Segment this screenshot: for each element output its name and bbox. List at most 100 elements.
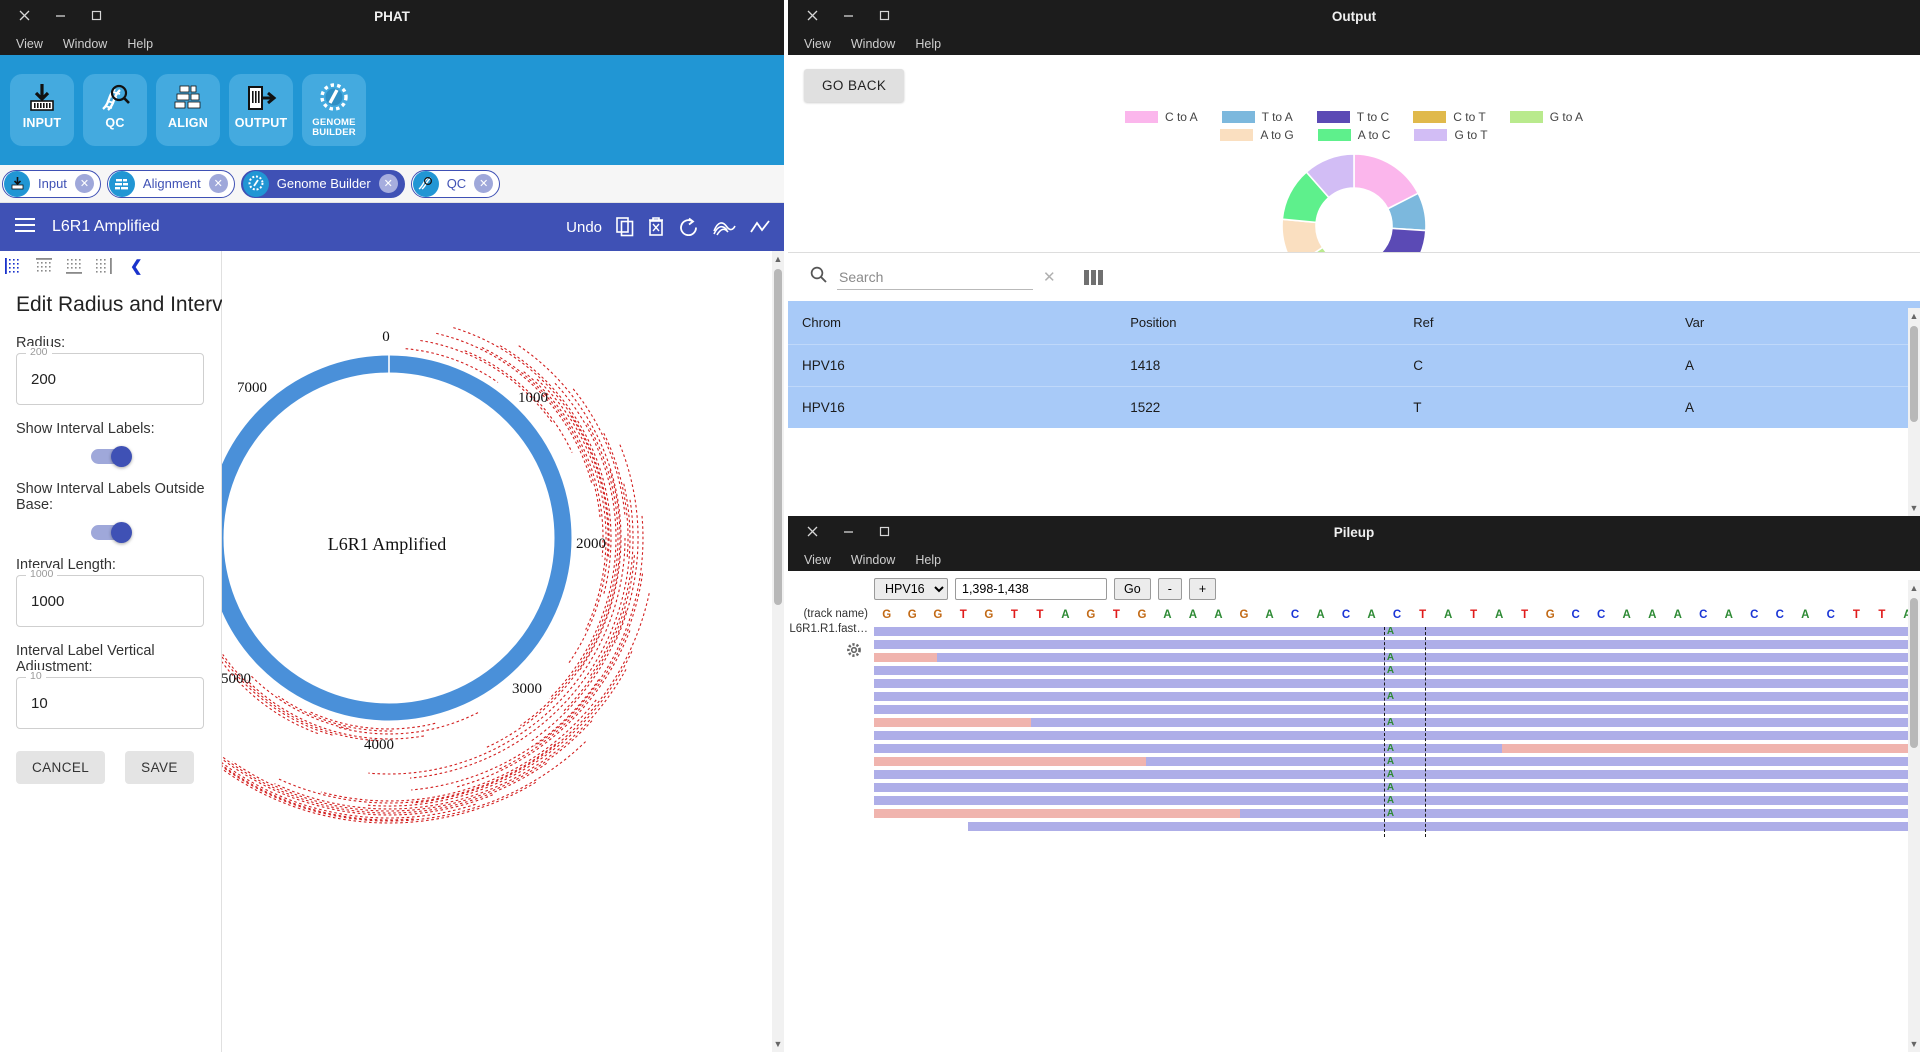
- show-interval-labels-toggle[interactable]: [91, 445, 132, 467]
- output-maximize-icon[interactable]: [878, 9, 892, 23]
- read-alignment[interactable]: [874, 744, 1920, 753]
- search-input[interactable]: [837, 264, 1033, 290]
- canvas-scroll-thumb[interactable]: [774, 269, 782, 605]
- locus-input[interactable]: [955, 578, 1107, 600]
- read-alignment[interactable]: [874, 809, 1920, 818]
- toolbar-genome-builder-button[interactable]: GENOME BUILDER: [302, 74, 366, 146]
- pileup-track[interactable]: GGGTGTTAGTGAAAGACACACTATATGCCAAACACCACTT…: [874, 607, 1920, 837]
- output-minimize-icon[interactable]: [842, 9, 856, 23]
- output-menu-window[interactable]: Window: [843, 35, 903, 53]
- tab-alignment-close-icon[interactable]: ✕: [208, 174, 228, 193]
- grid-layout-4-icon[interactable]: [94, 257, 116, 275]
- pileup-menu-window[interactable]: Window: [843, 551, 903, 569]
- menu-help[interactable]: Help: [119, 35, 161, 53]
- tab-qc[interactable]: QC ✕: [410, 169, 501, 198]
- zoom-out-button[interactable]: -: [1157, 578, 1182, 600]
- circular-arrow-icon[interactable]: [678, 217, 699, 238]
- columns-toggle-icon[interactable]: [1083, 269, 1103, 285]
- radius-input[interactable]: [16, 353, 204, 405]
- hamburger-menu-icon[interactable]: [14, 217, 36, 238]
- pileup-scroll-up-icon[interactable]: ▲: [1909, 582, 1919, 594]
- grid-layout-1-icon[interactable]: [4, 257, 26, 275]
- pileup-minimize-icon[interactable]: [842, 525, 856, 539]
- read-alignment[interactable]: [874, 627, 1920, 636]
- pileup-scroll-thumb[interactable]: [1910, 598, 1918, 748]
- vertical-adjust-input[interactable]: [16, 677, 204, 729]
- read-alignment[interactable]: [874, 640, 1920, 649]
- table-row[interactable]: HPV16 1522 T A: [788, 386, 1920, 428]
- interval-length-input[interactable]: [16, 575, 204, 627]
- read-alignment[interactable]: [874, 679, 1920, 688]
- pileup-maximize-icon[interactable]: [878, 525, 892, 539]
- pileup-scrollbar[interactable]: ▲ ▼: [1908, 580, 1920, 1052]
- toolbar-align-button[interactable]: ALIGN: [156, 74, 220, 146]
- read-alignment[interactable]: [874, 796, 1920, 805]
- variant-base: A: [1386, 652, 1395, 663]
- scroll-up-arrow-icon[interactable]: ▲: [773, 253, 783, 265]
- minimize-icon[interactable]: [54, 9, 68, 23]
- toolbar-qc-button[interactable]: QC: [83, 74, 147, 146]
- chrom-select[interactable]: HPV16: [874, 578, 948, 600]
- tab-qc-close-icon[interactable]: ✕: [474, 174, 494, 193]
- gear-icon[interactable]: [846, 642, 862, 663]
- read-alignment[interactable]: [874, 757, 1920, 766]
- read-alignment[interactable]: [874, 718, 1920, 727]
- grid-layout-2-icon[interactable]: [34, 257, 56, 275]
- column-chrom[interactable]: Chrom: [788, 301, 1117, 345]
- output-menu-view[interactable]: View: [796, 35, 839, 53]
- tab-genome-builder-close-icon[interactable]: ✕: [378, 174, 398, 193]
- read-alignment[interactable]: [874, 692, 1920, 701]
- scroll-down-arrow-icon[interactable]: ▼: [773, 1038, 783, 1050]
- canvas-scrollbar[interactable]: ▲ ▼: [772, 251, 784, 1052]
- grid-layout-3-icon[interactable]: [64, 257, 86, 275]
- menu-window[interactable]: Window: [55, 35, 115, 53]
- output-menu-help[interactable]: Help: [907, 35, 949, 53]
- wave-lines-icon[interactable]: [713, 218, 736, 236]
- go-button[interactable]: Go: [1114, 578, 1151, 600]
- read-alignment[interactable]: [874, 666, 1920, 675]
- copy-icon[interactable]: [616, 217, 634, 237]
- reference-base: T: [1419, 609, 1427, 621]
- pileup-scroll-down-icon[interactable]: ▼: [1909, 1038, 1919, 1050]
- read-alignment[interactable]: [874, 705, 1920, 714]
- circular-genome-canvas[interactable]: 0 1000 2000 3000 4000 5000 7000 L6R1 Amp…: [222, 251, 784, 1052]
- show-interval-labels-outside-toggle[interactable]: [91, 521, 132, 543]
- output-close-icon[interactable]: [806, 9, 820, 23]
- pileup-menu-help[interactable]: Help: [907, 551, 949, 569]
- toolbar-output-button[interactable]: OUTPUT: [229, 74, 293, 146]
- read-alignment[interactable]: [874, 783, 1920, 792]
- output-scroll-up-icon[interactable]: ▲: [1909, 310, 1919, 322]
- delete-icon[interactable]: [648, 217, 664, 237]
- pileup-close-icon[interactable]: [806, 525, 820, 539]
- tab-alignment[interactable]: Alignment ✕: [106, 169, 235, 198]
- reference-base: A: [1163, 609, 1172, 621]
- read-alignment[interactable]: [874, 731, 1920, 740]
- toolbar-input-button[interactable]: INPUT: [10, 74, 74, 146]
- go-back-button[interactable]: GO BACK: [804, 69, 905, 102]
- read-alignment[interactable]: [968, 822, 1920, 831]
- output-scroll-thumb[interactable]: [1910, 326, 1918, 422]
- close-icon[interactable]: [18, 9, 32, 23]
- read-alignment[interactable]: [874, 770, 1920, 779]
- polyline-icon[interactable]: [750, 218, 770, 236]
- tab-genome-builder[interactable]: Genome Builder ✕: [240, 169, 405, 198]
- search-clear-icon[interactable]: ✕: [1043, 268, 1056, 286]
- pileup-menu-view[interactable]: View: [796, 551, 839, 569]
- undo-button[interactable]: Undo: [566, 219, 602, 236]
- table-row[interactable]: HPV16 1418 C A: [788, 344, 1920, 387]
- column-ref[interactable]: Ref: [1399, 301, 1671, 345]
- read-alignments[interactable]: AAAAAAAAAAA: [874, 626, 1920, 837]
- tab-input[interactable]: Input ✕: [2, 169, 101, 198]
- maximize-icon[interactable]: [90, 9, 104, 23]
- save-button[interactable]: SAVE: [125, 751, 194, 784]
- output-scroll-down-icon[interactable]: ▼: [1909, 502, 1919, 514]
- output-table-scrollbar[interactable]: ▲ ▼: [1908, 308, 1920, 516]
- column-var[interactable]: Var: [1670, 301, 1920, 345]
- menu-view[interactable]: View: [8, 35, 51, 53]
- column-position[interactable]: Position: [1116, 301, 1400, 345]
- tab-input-close-icon[interactable]: ✕: [74, 174, 94, 193]
- zoom-in-button[interactable]: +: [1188, 578, 1217, 600]
- collapse-panel-chevron-icon[interactable]: ❮: [124, 257, 143, 275]
- cancel-button[interactable]: CANCEL: [16, 751, 106, 784]
- read-alignment[interactable]: [874, 653, 1920, 662]
